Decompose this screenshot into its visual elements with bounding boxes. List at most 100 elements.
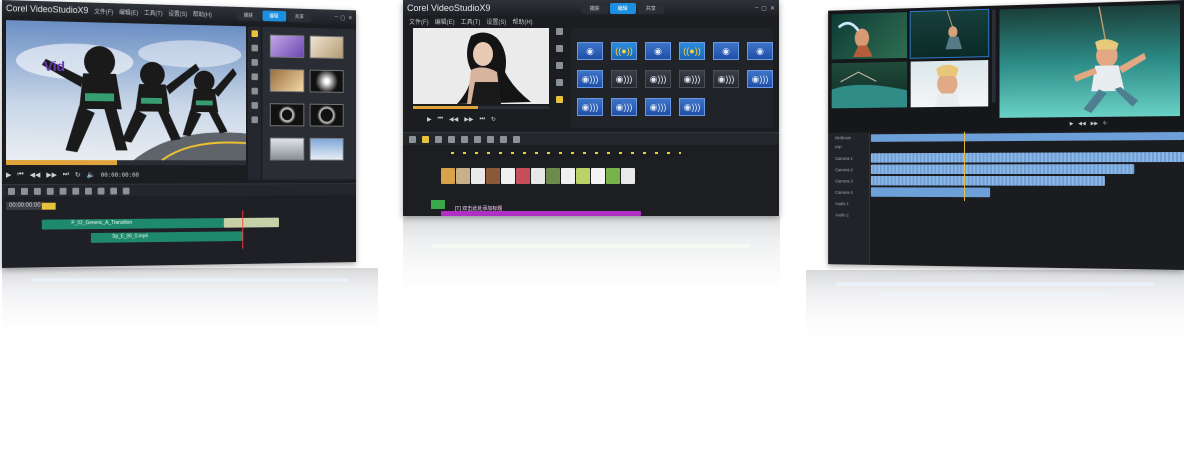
repeat-icon[interactable]: ↻ — [491, 116, 496, 123]
path-icon[interactable] — [251, 116, 258, 124]
fx-tile[interactable]: ◉))) — [679, 98, 705, 116]
fx-tile[interactable]: ◉))) — [645, 98, 671, 116]
video-clip[interactable] — [591, 168, 605, 184]
video-clip[interactable] — [471, 168, 485, 184]
tab-share[interactable]: 共享 — [287, 10, 312, 22]
preview-window[interactable] — [413, 28, 549, 104]
repeat-icon[interactable]: ↻ — [1103, 121, 1107, 127]
audio-waveform-clip[interactable] — [870, 152, 1184, 163]
fx-tile[interactable]: ◉))) — [577, 98, 603, 116]
camera-view-2[interactable] — [909, 8, 990, 59]
record-icon[interactable] — [461, 135, 468, 143]
fx-tile[interactable]: ((●)) — [611, 42, 637, 60]
video-clip[interactable] — [531, 168, 545, 184]
repeat-icon[interactable]: ↻ — [75, 171, 81, 179]
fx-tile[interactable]: ((●)) — [679, 42, 705, 60]
camera-view-4[interactable] — [910, 60, 989, 108]
close-icon[interactable]: ✕ — [770, 5, 775, 12]
video-clip[interactable] — [501, 168, 515, 184]
library-thumbnail[interactable] — [309, 103, 344, 127]
auto-music-icon[interactable] — [85, 187, 92, 195]
motion-tracking-icon[interactable] — [500, 135, 507, 143]
playhead[interactable] — [963, 131, 965, 201]
tab-edit[interactable]: 编辑 — [262, 10, 286, 22]
camera-grid-scrollbar[interactable] — [991, 9, 996, 103]
menu-tools[interactable]: 工具(T) — [144, 8, 163, 16]
video-clip[interactable] — [516, 168, 530, 184]
multicam-icon[interactable] — [122, 187, 130, 194]
menu-settings[interactable]: 设置(S) — [486, 17, 506, 26]
library-thumbnail[interactable] — [269, 103, 305, 127]
prev-frame-icon[interactable]: ⏮ — [438, 116, 443, 123]
menu-edit[interactable]: 编辑(E) — [119, 7, 138, 16]
camera-view-1[interactable] — [831, 12, 908, 60]
track-visibility-icon[interactable] — [431, 200, 445, 209]
transition-clip[interactable] — [223, 217, 279, 228]
fx-tile[interactable]: ◉ — [645, 42, 671, 60]
redo-icon[interactable] — [46, 187, 54, 195]
timeline-view-icon[interactable] — [422, 135, 429, 143]
library-thumbnail[interactable] — [309, 137, 344, 161]
redo-icon[interactable] — [448, 135, 455, 143]
video-clip[interactable] — [561, 168, 575, 184]
video-clip[interactable] — [486, 168, 500, 184]
subtitle-editor-icon[interactable] — [110, 187, 118, 195]
next-frame-icon[interactable]: ⏭ — [63, 171, 69, 179]
video-clip[interactable] — [621, 168, 635, 184]
transition-icon[interactable] — [555, 45, 563, 52]
library-thumbnail[interactable] — [309, 35, 344, 59]
video-clip[interactable]: P_02_Generic_A_Transition — [41, 218, 224, 230]
playhead[interactable] — [242, 210, 244, 249]
timeline-view-icon[interactable] — [20, 187, 28, 195]
forward-icon[interactable]: ▶▶ — [46, 171, 57, 179]
tab-share[interactable]: 共享 — [637, 2, 664, 14]
video-clip[interactable] — [546, 168, 560, 184]
auto-music-icon[interactable] — [487, 135, 494, 143]
filter-icon[interactable] — [555, 96, 563, 103]
storyboard-view-icon[interactable] — [8, 187, 16, 195]
title-icon[interactable] — [555, 62, 563, 69]
fx-tile[interactable]: ◉))) — [611, 70, 637, 88]
fx-tile[interactable]: ◉ — [747, 42, 773, 60]
mixer-icon[interactable] — [72, 187, 80, 195]
video-clip[interactable] — [606, 168, 620, 184]
fx-tile[interactable]: ◉))) — [577, 70, 603, 88]
forward-icon[interactable]: ▶▶ — [464, 116, 473, 123]
fx-tile[interactable]: ◉))) — [645, 70, 671, 88]
menu-edit[interactable]: 编辑(E) — [435, 17, 455, 26]
multicam-preview[interactable] — [999, 4, 1180, 118]
fx-tile[interactable]: ◉ — [713, 42, 739, 60]
close-icon[interactable]: ✕ — [348, 14, 352, 21]
transition-icon[interactable] — [251, 58, 258, 66]
scrubber-bar[interactable] — [6, 160, 246, 166]
scrubber-bar[interactable] — [413, 106, 549, 109]
minimize-icon[interactable]: – — [335, 14, 338, 21]
mixer-icon[interactable] — [474, 135, 481, 143]
video-clip[interactable] — [456, 168, 470, 184]
menu-settings[interactable]: 设置(S) — [168, 8, 187, 17]
rewind-icon[interactable]: ◀◀ — [1078, 121, 1085, 127]
menu-help[interactable]: 帮助(H) — [512, 17, 532, 26]
motion-tracking-icon[interactable] — [97, 187, 105, 195]
rewind-icon[interactable]: ◀◀ — [30, 171, 41, 179]
record-icon[interactable] — [59, 187, 67, 195]
maximize-icon[interactable]: ▢ — [340, 14, 345, 21]
fx-tile[interactable]: ◉))) — [713, 70, 739, 88]
camera-view-3[interactable] — [831, 61, 908, 109]
storyboard-view-icon[interactable] — [409, 135, 416, 143]
rewind-icon[interactable]: ◀◀ — [449, 116, 458, 123]
fx-tile[interactable]: ◉))) — [747, 70, 773, 88]
library-thumbnail[interactable] — [309, 69, 344, 93]
library-thumbnail[interactable] — [269, 34, 305, 59]
video-clip[interactable] — [441, 168, 455, 184]
tab-capture[interactable]: 捕获 — [236, 9, 261, 21]
play-icon[interactable]: ▶ — [427, 116, 432, 123]
play-icon[interactable]: ▶ — [1070, 121, 1074, 127]
library-thumbnail[interactable] — [269, 68, 305, 93]
graphic-icon[interactable] — [555, 79, 563, 86]
volume-icon[interactable]: 🔈 — [86, 171, 94, 179]
overlay-clip[interactable]: Sp_E_06_0.mp4 — [90, 231, 243, 243]
multicam-clip[interactable] — [870, 132, 1184, 142]
play-icon[interactable]: ▶ — [6, 171, 11, 179]
audio-waveform-clip[interactable] — [870, 164, 1135, 175]
